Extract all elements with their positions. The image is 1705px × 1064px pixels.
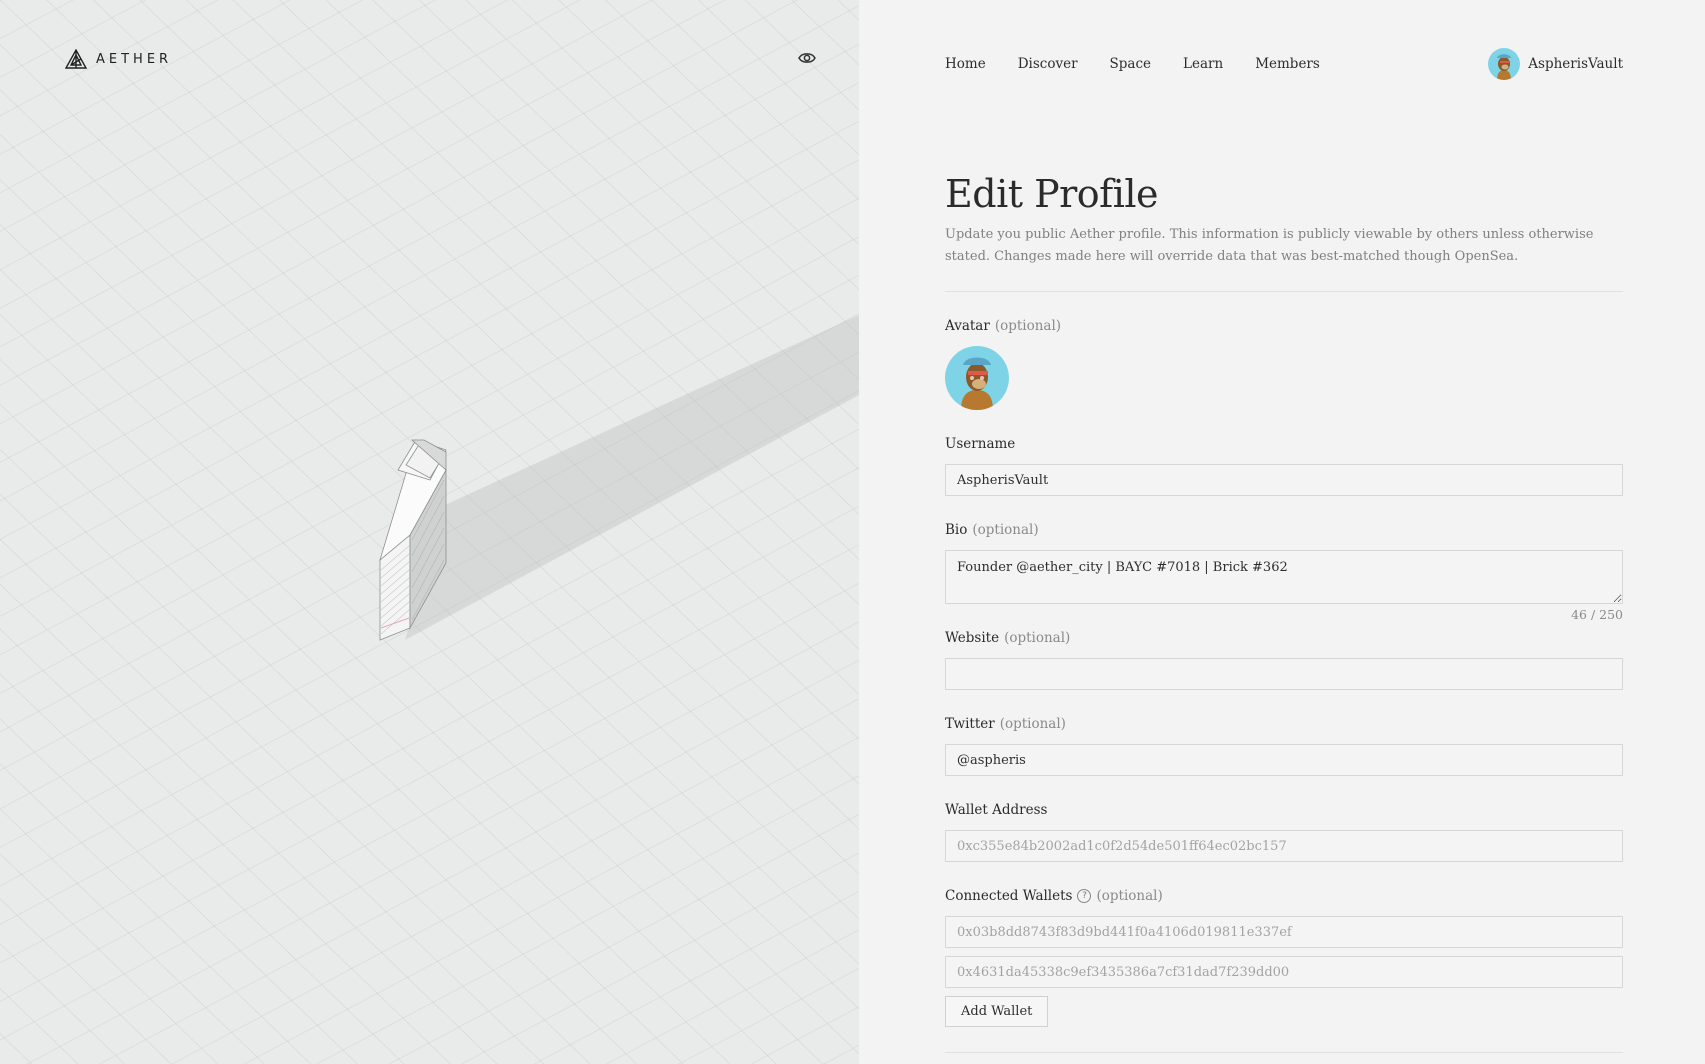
ape-avatar-icon bbox=[1488, 48, 1521, 80]
user-menu[interactable]: AspherisVault bbox=[1488, 48, 1623, 80]
twitter-input[interactable] bbox=[945, 744, 1623, 776]
profile-panel: Home Discover Space Learn Members Aspher… bbox=[859, 0, 1705, 1064]
page-title: Edit Profile bbox=[945, 172, 1159, 216]
user-name: AspherisVault bbox=[1528, 56, 1623, 72]
nav-learn[interactable]: Learn bbox=[1183, 56, 1223, 72]
website-label: Website (optional) bbox=[945, 630, 1071, 646]
website-input[interactable] bbox=[945, 658, 1623, 690]
username-input[interactable] bbox=[945, 464, 1623, 496]
eye-icon[interactable] bbox=[797, 48, 817, 68]
twitter-label: Twitter (optional) bbox=[945, 716, 1066, 732]
top-nav: Home Discover Space Learn Members bbox=[945, 56, 1320, 72]
wallet-address-field[interactable] bbox=[945, 830, 1623, 862]
connected-wallet-field[interactable] bbox=[945, 916, 1623, 948]
bio-textarea[interactable]: Founder @aether_city | BAYC #7018 | Bric… bbox=[945, 550, 1623, 604]
page-description: Update you public Aether profile. This i… bbox=[945, 227, 1594, 264]
help-icon[interactable]: ? bbox=[1077, 889, 1092, 903]
divider bbox=[945, 291, 1623, 292]
scene-panel[interactable]: AETHER bbox=[0, 0, 859, 1064]
bio-char-counter: 46 / 250 bbox=[1571, 607, 1623, 622]
connected-wallets-label: Connected Wallets ? (optional) bbox=[945, 888, 1163, 904]
connected-wallet-field[interactable] bbox=[945, 956, 1623, 988]
wallet-address-label: Wallet Address bbox=[945, 802, 1048, 818]
nav-discover[interactable]: Discover bbox=[1018, 56, 1078, 72]
bio-label: Bio (optional) bbox=[945, 522, 1039, 538]
add-wallet-button[interactable]: Add Wallet bbox=[945, 996, 1049, 1027]
ape-avatar-icon bbox=[945, 346, 1009, 410]
divider bbox=[945, 1052, 1623, 1053]
nav-home[interactable]: Home bbox=[945, 56, 986, 72]
brand-logo[interactable]: AETHER bbox=[65, 49, 172, 69]
brand-name: AETHER bbox=[96, 51, 173, 67]
isometric-grid-scene[interactable] bbox=[0, 0, 859, 1064]
nav-members[interactable]: Members bbox=[1255, 56, 1320, 72]
username-label: Username bbox=[945, 436, 1016, 452]
nav-space[interactable]: Space bbox=[1110, 56, 1152, 72]
avatar-label: Avatar (optional) bbox=[945, 318, 1062, 334]
avatar-picker[interactable] bbox=[945, 346, 1009, 410]
aether-logo-icon bbox=[65, 49, 87, 69]
